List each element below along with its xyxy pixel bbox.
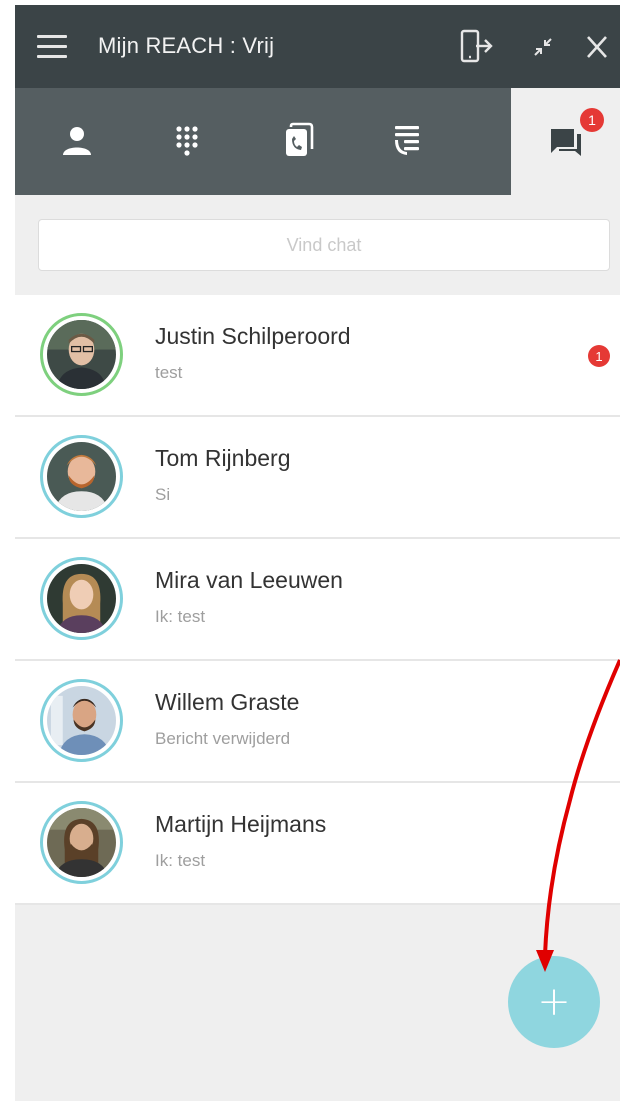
tab-queues[interactable] xyxy=(352,88,462,195)
chat-preview: test xyxy=(155,363,183,382)
chat-name: Willem Graste xyxy=(155,689,300,715)
tab-bar: 1 xyxy=(15,88,620,195)
tab-chat[interactable]: 1 xyxy=(511,88,620,195)
title-bar: Mijn REACH : Vrij xyxy=(15,5,620,88)
dialpad-icon xyxy=(176,126,198,156)
phone-transfer-icon xyxy=(286,122,314,156)
call-list-icon xyxy=(395,126,419,155)
chat-item-justin[interactable]: Justin Schilperoord test 1 xyxy=(15,295,620,417)
avatar xyxy=(40,557,123,640)
chat-item-willem[interactable]: Willem Graste Bericht verwijderd xyxy=(15,661,620,783)
chat-preview: Ik: test xyxy=(155,851,206,870)
chat-item-tom[interactable]: Tom Rijnberg Si xyxy=(15,417,620,539)
chat-item-mira[interactable]: Mira van Leeuwen Ik: test xyxy=(15,539,620,661)
chat-item-martijn[interactable]: Martijn Heijmans Ik: test xyxy=(15,783,620,905)
new-chat-button[interactable]: + xyxy=(508,956,600,1048)
chat-name: Mira van Leeuwen xyxy=(155,567,343,593)
chat-list: Justin Schilperoord test 1 Tom Rijnberg … xyxy=(15,295,620,905)
avatar xyxy=(40,801,123,884)
avatar xyxy=(40,435,123,518)
chat-tab-badge: 1 xyxy=(580,108,604,132)
chat-name: Justin Schilperoord xyxy=(155,323,351,349)
plus-icon: + xyxy=(537,979,571,1025)
chat-name: Tom Rijnberg xyxy=(155,445,291,471)
sign-out-icon[interactable] xyxy=(455,27,495,67)
app-window: Mijn REACH : Vrij 1 Vind chat Justin Sch… xyxy=(15,5,620,1101)
chat-icon xyxy=(551,129,581,156)
app-title: Mijn REACH : Vrij xyxy=(98,33,275,58)
chat-name: Martijn Heijmans xyxy=(155,811,327,837)
avatar xyxy=(40,313,123,396)
chat-preview: Si xyxy=(155,485,171,504)
user-icon xyxy=(63,127,91,155)
tab-dialpad[interactable] xyxy=(132,88,242,195)
close-icon[interactable] xyxy=(577,27,617,67)
unread-badge: 1 xyxy=(588,345,610,367)
minimize-icon[interactable] xyxy=(523,27,563,67)
search-chat-input[interactable] xyxy=(38,219,610,271)
tab-calls[interactable] xyxy=(242,88,352,195)
chat-preview: Ik: test xyxy=(155,607,206,626)
menu-icon[interactable] xyxy=(37,35,67,59)
chat-preview: Bericht verwijderd xyxy=(155,729,291,748)
avatar xyxy=(40,679,123,762)
tab-contacts[interactable] xyxy=(22,88,132,195)
